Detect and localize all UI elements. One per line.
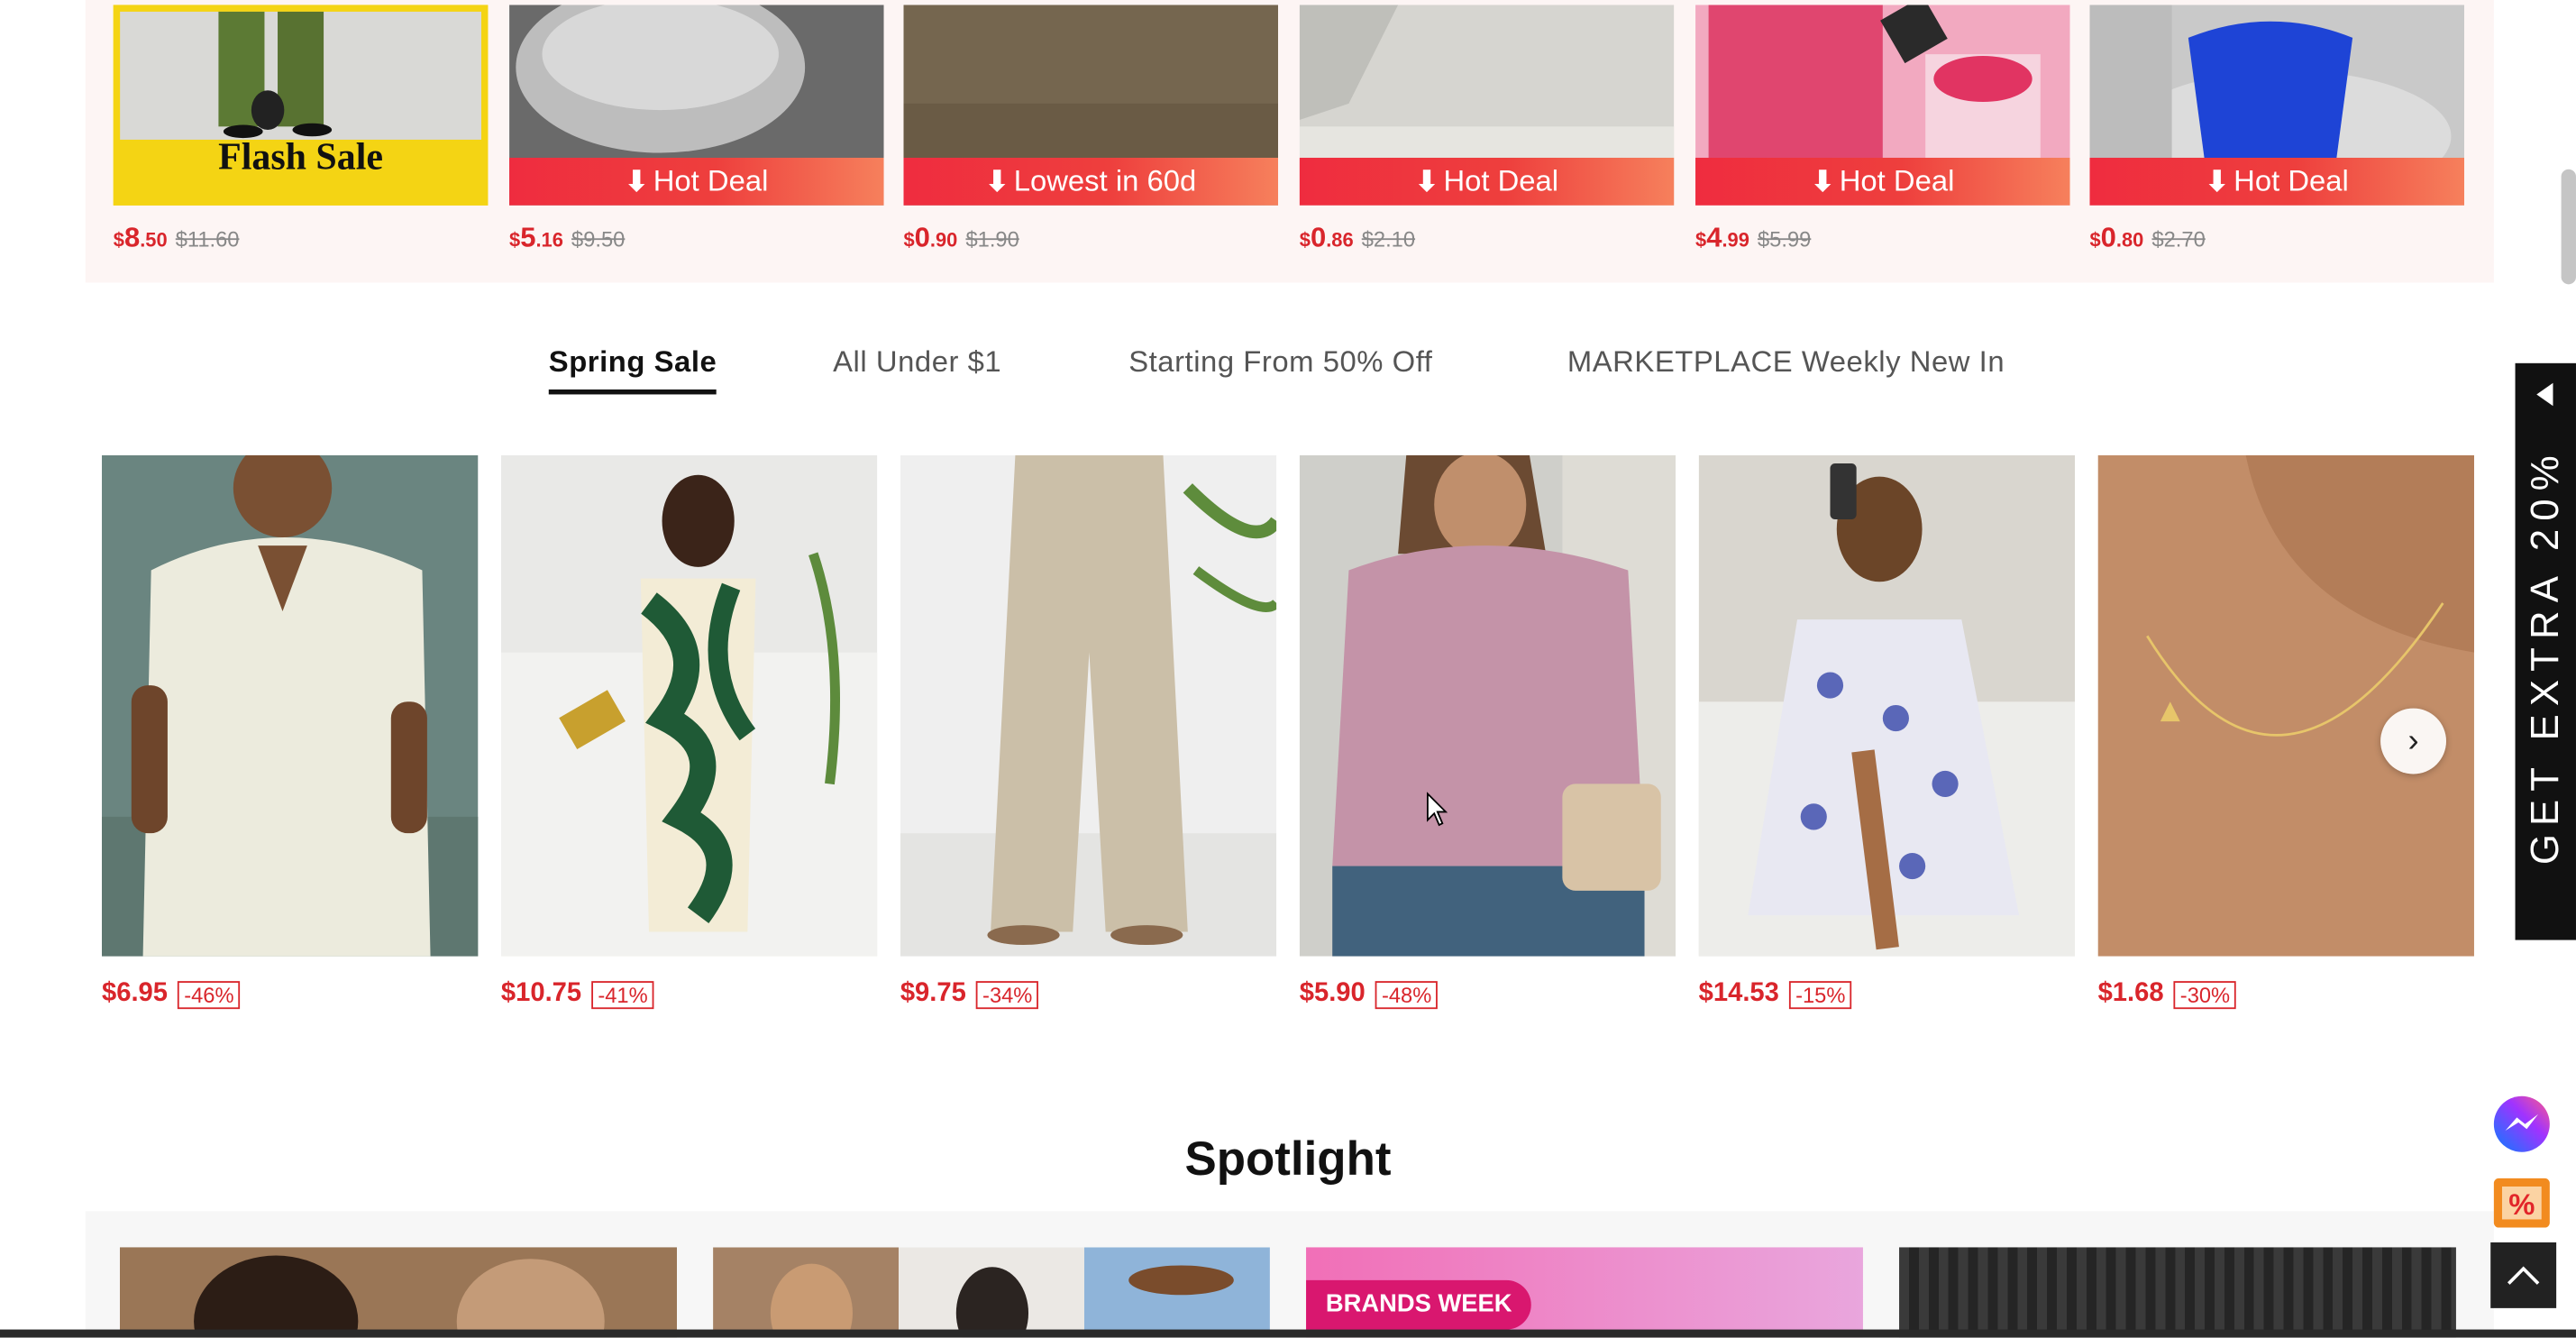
flash-sale-label: Flash Sale <box>218 136 383 178</box>
spotlight-card-4[interactable] <box>1899 1247 2456 1338</box>
svg-text:%: % <box>2508 1187 2535 1221</box>
discount-badge: -41% <box>591 980 654 1009</box>
original-price: $2.70 <box>2151 226 2206 252</box>
tab-starting-from-50-off[interactable]: Starting From 50% Off <box>1128 345 1432 380</box>
original-price: $2.10 <box>1361 226 1416 252</box>
product-card-4[interactable]: $5.90 -48% <box>1299 454 1676 1009</box>
original-price: $5.99 <box>1758 226 1812 252</box>
product-card-2[interactable]: $10.75 -41% <box>500 454 878 1009</box>
discount-badge: -48% <box>1375 980 1439 1009</box>
flash-item-6[interactable]: ⬇ Hot Deal $0.80 $2.70 <box>2089 5 2465 258</box>
section-title: Spotlight <box>1184 1133 1392 1187</box>
caret-left-icon <box>2536 382 2553 407</box>
spotlight-card-2[interactable] <box>713 1247 1270 1338</box>
coupon-icon: % <box>2493 1178 2550 1228</box>
back-to-top-button[interactable] <box>2490 1242 2557 1308</box>
product-card-5[interactable]: $14.53 -15% <box>1698 454 2076 1009</box>
flash-price: $8.50 $11.60 <box>113 222 240 253</box>
product-image[interactable] <box>900 454 1277 957</box>
product-image[interactable] <box>1698 454 2076 957</box>
discount-badge: -34% <box>975 980 1039 1009</box>
down-arrow-icon: ⬇ <box>1811 165 1835 197</box>
product-image[interactable]: ⬇ Hot Deal <box>2089 5 2465 206</box>
product-price: $9.75 -34% <box>900 979 1276 1009</box>
product-card-1[interactable]: $6.95 -46% <box>102 454 479 1009</box>
product-image[interactable]: ⬇ Lowest in 60d <box>903 5 1279 206</box>
flash-item-4[interactable]: ⬇ Hot Deal $0.86 $2.10 <box>1299 5 1675 258</box>
discount-badge: -30% <box>2173 980 2237 1009</box>
hot-deal-badge: ⬇ Hot Deal <box>1695 157 2070 206</box>
hot-deal-badge: ⬇ Hot Deal <box>1299 157 1675 206</box>
product-price: $6.95 -46% <box>102 979 478 1009</box>
coupon-button[interactable]: % <box>2490 1172 2553 1234</box>
window-bottom-edge <box>0 1329 2576 1338</box>
flash-price: $5.16 $9.50 <box>509 222 626 253</box>
product-image[interactable]: ⬇ Hot Deal <box>1299 5 1675 206</box>
product-price: $5.90 -48% <box>1300 979 1676 1009</box>
chevron-right-icon: › <box>2407 722 2419 759</box>
tab-all-under-1[interactable]: All Under $1 <box>833 345 1001 380</box>
side-promo-tab[interactable]: GET EXTRA 20% <box>2515 362 2576 940</box>
flash-item-5[interactable]: ⬇ Hot Deal $4.99 $5.99 <box>1695 5 2070 258</box>
product-image[interactable]: ⬇ Hot Deal <box>509 5 884 206</box>
spotlight-card-1[interactable] <box>120 1247 677 1338</box>
sale-price: $14.53 <box>1698 979 1779 1008</box>
scrollbar-thumb[interactable] <box>2561 169 2576 285</box>
down-arrow-icon: ⬇ <box>625 165 649 197</box>
lowest-price-badge: ⬇ Lowest in 60d <box>903 157 1279 206</box>
sale-price: $5.90 <box>1299 979 1366 1008</box>
messenger-button[interactable] <box>2490 1093 2553 1155</box>
down-arrow-icon: ⬇ <box>985 165 1009 197</box>
back-to-top-icon <box>2507 1266 2540 1285</box>
tab-spring-sale[interactable]: Spring Sale <box>548 345 717 395</box>
flash-item-1[interactable]: Flash Sale $8.50 $11.60 <box>113 5 489 258</box>
spotlight-card-3[interactable]: BRANDS WEEK <box>1306 1247 1863 1338</box>
product-image[interactable] <box>2097 454 2474 957</box>
category-tabs: Spring Sale All Under $1 Starting From 5… <box>0 345 2576 401</box>
carousel-next-button[interactable]: › <box>2380 708 2447 774</box>
original-price: $11.60 <box>175 226 240 252</box>
flash-price: $0.80 $2.70 <box>2089 222 2206 253</box>
flash-price: $0.86 $2.10 <box>1299 222 1416 253</box>
product-image[interactable] <box>102 454 479 957</box>
product-price: $1.68 -30% <box>2098 979 2474 1009</box>
product-price: $10.75 -41% <box>501 979 877 1009</box>
sale-price: $10.75 <box>500 979 582 1008</box>
product-image[interactable]: Flash Sale <box>113 5 489 206</box>
flash-price: $4.99 $5.99 <box>1695 222 1812 253</box>
side-promo-text: GET EXTRA 20% <box>2522 446 2567 865</box>
flash-price: $0.90 $1.90 <box>903 222 1019 253</box>
product-card-3[interactable]: $9.75 -34% <box>900 454 1277 1009</box>
down-arrow-icon: ⬇ <box>1414 165 1439 197</box>
sale-price: $1.68 <box>2097 979 2164 1008</box>
flash-item-3[interactable]: ⬇ Lowest in 60d $0.90 $1.90 <box>903 5 1279 258</box>
brands-week-label: BRANDS WEEK <box>1306 1279 1532 1330</box>
hot-deal-badge: ⬇ Hot Deal <box>2089 157 2465 206</box>
original-price: $9.50 <box>571 226 626 252</box>
sale-price: $6.95 <box>102 979 169 1008</box>
product-price: $14.53 -15% <box>1699 979 2075 1009</box>
down-arrow-icon: ⬇ <box>2205 165 2229 197</box>
flash-item-2[interactable]: ⬇ Hot Deal $5.16 $9.50 <box>509 5 884 258</box>
discount-badge: -46% <box>177 980 241 1009</box>
product-image[interactable] <box>500 454 878 957</box>
sale-price: $9.75 <box>900 979 966 1008</box>
messenger-icon <box>2493 1095 2550 1152</box>
tab-marketplace-weekly-new-in[interactable]: MARKETPLACE Weekly New In <box>1567 345 2005 380</box>
mouse-cursor-icon <box>1427 792 1448 827</box>
product-image[interactable]: ⬇ Hot Deal <box>1695 5 2070 206</box>
page: Flash Sale $8.50 $11.60 ⬇ Hot Deal $5.16 … <box>0 0 2576 1338</box>
original-price: $1.90 <box>965 226 1019 252</box>
hot-deal-badge: ⬇ Hot Deal <box>509 157 884 206</box>
discount-badge: -15% <box>1788 980 1852 1009</box>
product-image[interactable] <box>1299 454 1676 957</box>
